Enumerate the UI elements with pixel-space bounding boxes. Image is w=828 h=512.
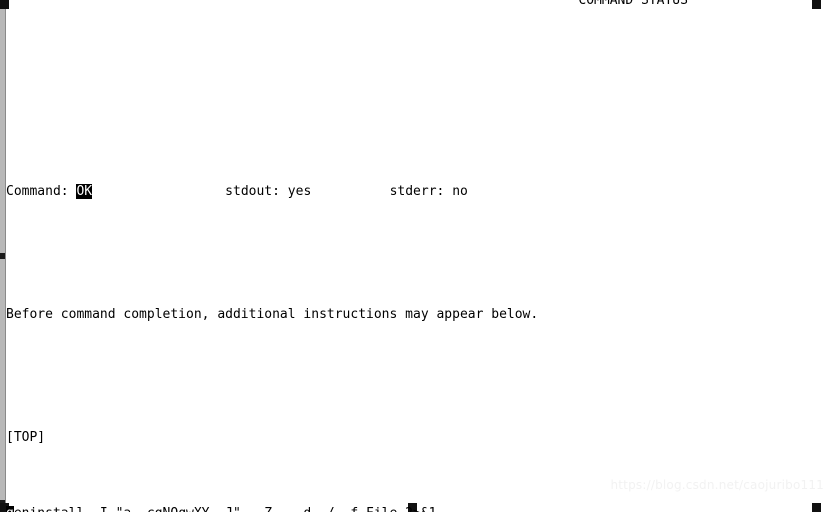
window-title-text: COMMAND STATUS [578, 0, 688, 8]
stderr-value: no [452, 184, 468, 200]
terminal-body: COMMAND STATUS Command: OK stdout: yes s… [6, 0, 828, 512]
scrollbar-thumb-mid[interactable] [0, 253, 5, 259]
stderr-label: stderr: [389, 184, 445, 200]
command-label: Command: [6, 184, 69, 200]
stdout-value: yes [287, 184, 312, 200]
command-text: eninstall -I "a -cgNQqwXY -J" -Z -d ./ -… [14, 506, 437, 512]
command-line: geninstall -I "a -cgNQqwXY -J" -Z -d ./ … [6, 506, 828, 512]
status-gap-4 [311, 184, 389, 199]
window-title: COMMAND STATUS [6, 0, 828, 8]
hint-line: Before command completion, additional in… [6, 306, 539, 322]
command-status-screen: COMMAND STATUS Command: OK stdout: yes s… [0, 0, 828, 512]
status-gap-2 [92, 184, 225, 199]
top-marker: [TOP] [6, 429, 46, 445]
cursor-block: g [6, 506, 14, 512]
status-gap-3 [280, 184, 288, 199]
command-value: OK [76, 184, 93, 200]
status-gap-5 [444, 184, 452, 199]
spacer-title-row [6, 107, 828, 122]
stdout-label: stdout: [225, 184, 280, 200]
status-line: Command: OK stdout: yes stderr: no [6, 184, 828, 200]
watermark: https://blog.csdn.net/caojuribo111 [610, 478, 824, 492]
